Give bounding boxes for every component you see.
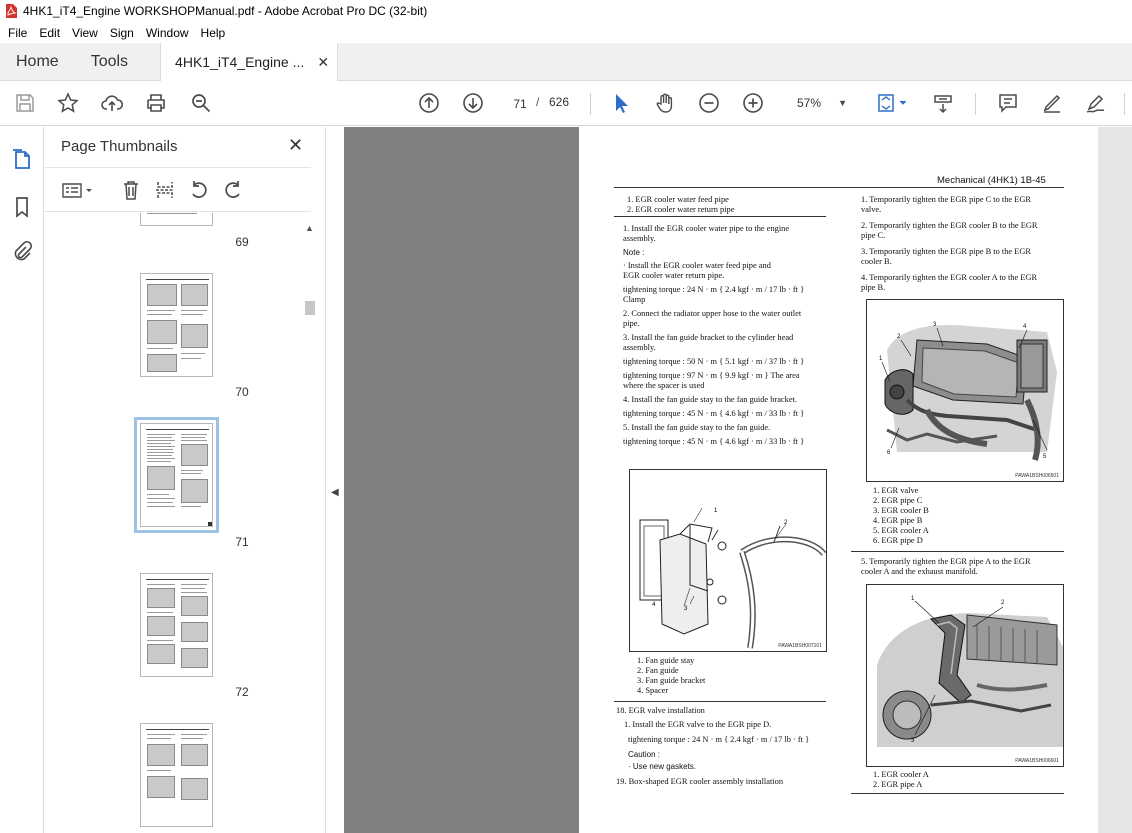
menu-help[interactable]: Help: [201, 26, 226, 40]
find-magnifier-icon[interactable]: [188, 90, 214, 116]
callout: 1: [714, 508, 718, 514]
panel-title: Page Thumbnails: [61, 138, 178, 155]
page-thumbnails-icon[interactable]: [10, 147, 34, 171]
upload-cloud-icon[interactable]: [99, 90, 125, 116]
menu-file[interactable]: File: [8, 26, 27, 40]
title-bar: 4HK1_iT4_Engine WORKSHOPManual.pdf - Ado…: [0, 0, 1132, 22]
tab-bar: Home Tools 4HK1_iT4_Engine ... ✕: [0, 43, 1132, 81]
menu-edit[interactable]: Edit: [39, 26, 60, 40]
thumbnail-label: 72: [235, 685, 249, 699]
right-steps: 1. Temporarily tighten the EGR pipe C to…: [861, 195, 1038, 292]
page-separator: /: [536, 95, 540, 109]
zoom-level-dropdown[interactable]: 57% ▼: [783, 91, 853, 115]
page-thumbnail-69[interactable]: [140, 213, 213, 226]
page-thumbnails-panel: Page Thumbnails ✕ 69 70 71 72 ▲: [45, 127, 325, 833]
callout: 2: [784, 520, 788, 526]
tab-tools[interactable]: Tools: [75, 43, 144, 81]
zoom-level-value: 57%: [797, 96, 822, 110]
toolbar-divider: [1124, 93, 1125, 115]
hand-tool-icon[interactable]: [652, 90, 678, 116]
delete-pages-icon[interactable]: [119, 179, 143, 201]
thumbnail-scrollbar[interactable]: ▲: [303, 223, 317, 833]
figure-fan-guide: 1 2 3 4 PAWA1BSH007101: [629, 469, 827, 652]
toolbar-divider: [975, 93, 976, 115]
thumbnail-toolbar: [45, 167, 311, 212]
thumbnail-label: 69: [235, 235, 249, 249]
left-figure-list: 1. Fan guide stay 2. Fan guide 3. Fan gu…: [637, 656, 706, 695]
running-head: Mechanical (4HK1) 1B-45: [937, 175, 1046, 186]
thumbnail-options-icon[interactable]: [61, 179, 95, 201]
egr-cooler-a-illustration: 1 2 3: [867, 585, 1063, 766]
page-thumbnail-70[interactable]: [140, 273, 213, 377]
right-step-5: 5. Temporarily tighten the EGR pipe A to…: [861, 557, 1031, 576]
close-panel-icon[interactable]: ✕: [288, 135, 303, 156]
zoom-out-icon[interactable]: [696, 90, 722, 116]
draw-signature-icon[interactable]: [1083, 90, 1109, 116]
collapse-left-icon: ◀: [331, 487, 339, 498]
thumbnail-label: 70: [235, 385, 249, 399]
total-pages: 626: [549, 95, 570, 109]
page-thumbnail-71[interactable]: [134, 417, 219, 533]
toolbar-divider: [590, 93, 591, 115]
pdf-page: Mechanical (4HK1) 1B-45 1. EGR cooler wa…: [579, 127, 1099, 833]
tab-home[interactable]: Home: [0, 43, 75, 81]
right-figure1-list: 1. EGR valve 2. EGR pipe C 3. EGR cooler…: [873, 486, 929, 545]
bookmark-star-icon[interactable]: [55, 90, 81, 116]
highlight-pen-icon[interactable]: [1039, 90, 1065, 116]
save-icon[interactable]: [12, 90, 38, 116]
figure-code: PAWA1BSH006601: [1015, 758, 1059, 764]
zoom-in-icon[interactable]: [740, 90, 766, 116]
menu-view[interactable]: View: [72, 26, 98, 40]
left-steps: 1. Install the EGR cooler water pipe to …: [623, 224, 805, 446]
chevron-down-icon: ▼: [838, 98, 847, 108]
right-panel-edge: [1098, 127, 1132, 833]
comment-icon[interactable]: [995, 90, 1021, 116]
bookmarks-icon[interactable]: [10, 195, 34, 219]
attachments-paperclip-icon[interactable]: [10, 240, 34, 264]
fit-page-icon[interactable]: [874, 90, 912, 116]
right-figure2-list: 1. EGR cooler A 2. EGR pipe A: [873, 770, 929, 789]
figure-egr-cooler-a: 1 2 3 PAWA1BSH006601: [866, 584, 1064, 767]
menu-bar: File Edit View Sign Window Help: [0, 22, 1132, 43]
rotate-clockwise-icon[interactable]: [221, 179, 245, 201]
select-cursor-icon[interactable]: [608, 90, 634, 116]
left-top-list: 1. EGR cooler water feed pipe 2. EGR coo…: [627, 195, 735, 214]
extract-pages-icon[interactable]: [153, 179, 177, 201]
figure-code: PAWA1BSH007101: [778, 643, 822, 649]
left-navigation-rail: [0, 127, 44, 833]
page-thumbnail-72[interactable]: [140, 573, 213, 677]
tab-document-label: 4HK1_iT4_Engine ...: [175, 54, 305, 70]
figure-code: PAWA1BSH006501: [1015, 473, 1059, 479]
acrobat-app-icon: [6, 4, 17, 18]
egr-assembly-illustration: 1 2 3 4 5 6: [867, 300, 1063, 481]
thumbnail-label: 71: [235, 535, 249, 549]
document-canvas[interactable]: Mechanical (4HK1) 1B-45 1. EGR cooler wa…: [344, 127, 1132, 833]
rotate-counterclockwise-icon[interactable]: [187, 179, 211, 201]
left-section-18: 18. EGR valve installation 1. Install th…: [616, 706, 810, 786]
panel-collapse-handle[interactable]: ◀: [325, 127, 344, 833]
page-thumbnail-73[interactable]: [140, 723, 213, 827]
thumbnail-list: 69 70 71 72: [45, 213, 311, 833]
main-toolbar: 71 / 626 57% ▼: [0, 81, 1132, 126]
scrollbar-thumb[interactable]: [305, 301, 315, 315]
menu-window[interactable]: Window: [146, 26, 189, 40]
scroll-up-icon[interactable]: ▲: [305, 223, 314, 233]
next-page-icon[interactable]: [460, 90, 486, 116]
fan-guide-illustration: 1 2 3 4: [639, 507, 826, 649]
tab-document[interactable]: 4HK1_iT4_Engine ... ✕: [160, 43, 339, 81]
previous-page-icon[interactable]: [416, 90, 442, 116]
scroll-mode-icon[interactable]: [930, 90, 956, 116]
print-icon[interactable]: [143, 90, 169, 116]
page-number-input[interactable]: 71: [505, 91, 535, 115]
callout: 4: [652, 602, 656, 608]
figure-egr-assembly: 1 2 3 4 5 6 PAWA1BSH006501: [866, 299, 1064, 482]
close-tab-icon[interactable]: ✕: [317, 43, 329, 81]
menu-sign[interactable]: Sign: [110, 26, 134, 40]
window-title: 4HK1_iT4_Engine WORKSHOPManual.pdf - Ado…: [23, 4, 428, 18]
